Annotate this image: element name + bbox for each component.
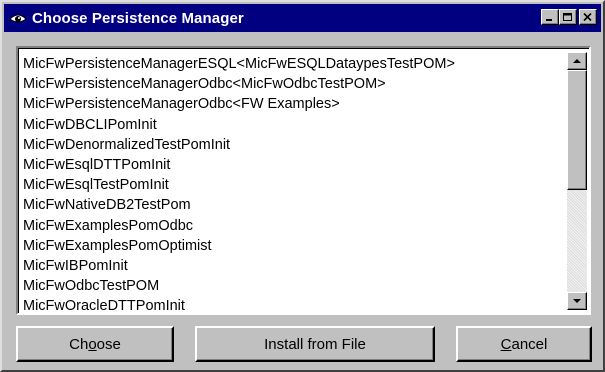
list-item[interactable]: MicFwEsqlTestPomInit	[23, 175, 559, 195]
cancel-label-mnemonic: C	[500, 335, 512, 353]
choose-label-post: ose	[96, 335, 121, 353]
persistence-manager-list[interactable]: MicFwPersistenceManagerESQL<MicFwESQLDat…	[16, 46, 591, 315]
window-title: Choose Persistence Manager	[32, 9, 244, 27]
title-buttons	[541, 9, 597, 25]
list-item[interactable]: MicFwPersistenceManagerOdbc<FW Examples>	[23, 94, 559, 114]
choose-label-mnemonic: o	[88, 335, 97, 353]
scroll-thumb[interactable]	[567, 70, 587, 190]
choose-button[interactable]: Ch o ose	[16, 326, 174, 362]
scroll-down-button[interactable]	[567, 292, 587, 310]
choose-label-pre: Ch	[69, 335, 89, 353]
cancel-button[interactable]: Cancel	[456, 326, 592, 362]
list-item[interactable]: MicFwOracleDTTPomInit	[23, 296, 559, 313]
maximize-icon	[563, 12, 572, 21]
maximize-button[interactable]	[559, 9, 577, 25]
list-item[interactable]: MicFwIBPomInit	[23, 256, 559, 276]
up-arrow-icon	[573, 59, 581, 63]
eye-app-icon[interactable]	[8, 9, 28, 27]
list-items: MicFwPersistenceManagerESQL<MicFwESQLDat…	[23, 54, 559, 313]
close-icon	[583, 12, 592, 21]
list-item[interactable]: MicFwExamplesPomOdbc	[23, 216, 559, 236]
title-bar[interactable]: Choose Persistence Manager	[4, 4, 601, 32]
minimize-icon	[546, 18, 552, 21]
list-item[interactable]: MicFwExamplesPomOptimist	[23, 236, 559, 256]
list-item[interactable]: MicFwPersistenceManagerESQL<MicFwESQLDat…	[23, 54, 559, 74]
scroll-up-button[interactable]	[567, 52, 587, 70]
vertical-scrollbar[interactable]	[567, 52, 587, 310]
list-item[interactable]: MicFwDBCLIPomInit	[23, 115, 559, 135]
cancel-label-post: ancel	[511, 335, 548, 353]
install-label: Install from File	[264, 335, 366, 353]
dialog-window: Choose Persistence Manager MicFwPersiste…	[0, 0, 605, 372]
minimize-button[interactable]	[541, 9, 559, 25]
list-viewport: MicFwPersistenceManagerESQL<MicFwESQLDat…	[18, 48, 589, 313]
list-item[interactable]: MicFwDenormalizedTestPomInit	[23, 135, 559, 155]
list-item[interactable]: MicFwOdbcTestPOM	[23, 276, 559, 296]
list-item[interactable]: MicFwPersistenceManagerOdbc<MicFwOdbcTes…	[23, 74, 559, 94]
install-from-file-button[interactable]: Install from File	[195, 326, 435, 362]
list-item[interactable]: MicFwEsqlDTTPomInit	[23, 155, 559, 175]
list-item[interactable]: MicFwNativeDB2TestPom	[23, 195, 559, 215]
close-button[interactable]	[579, 9, 597, 25]
down-arrow-icon	[573, 299, 581, 303]
